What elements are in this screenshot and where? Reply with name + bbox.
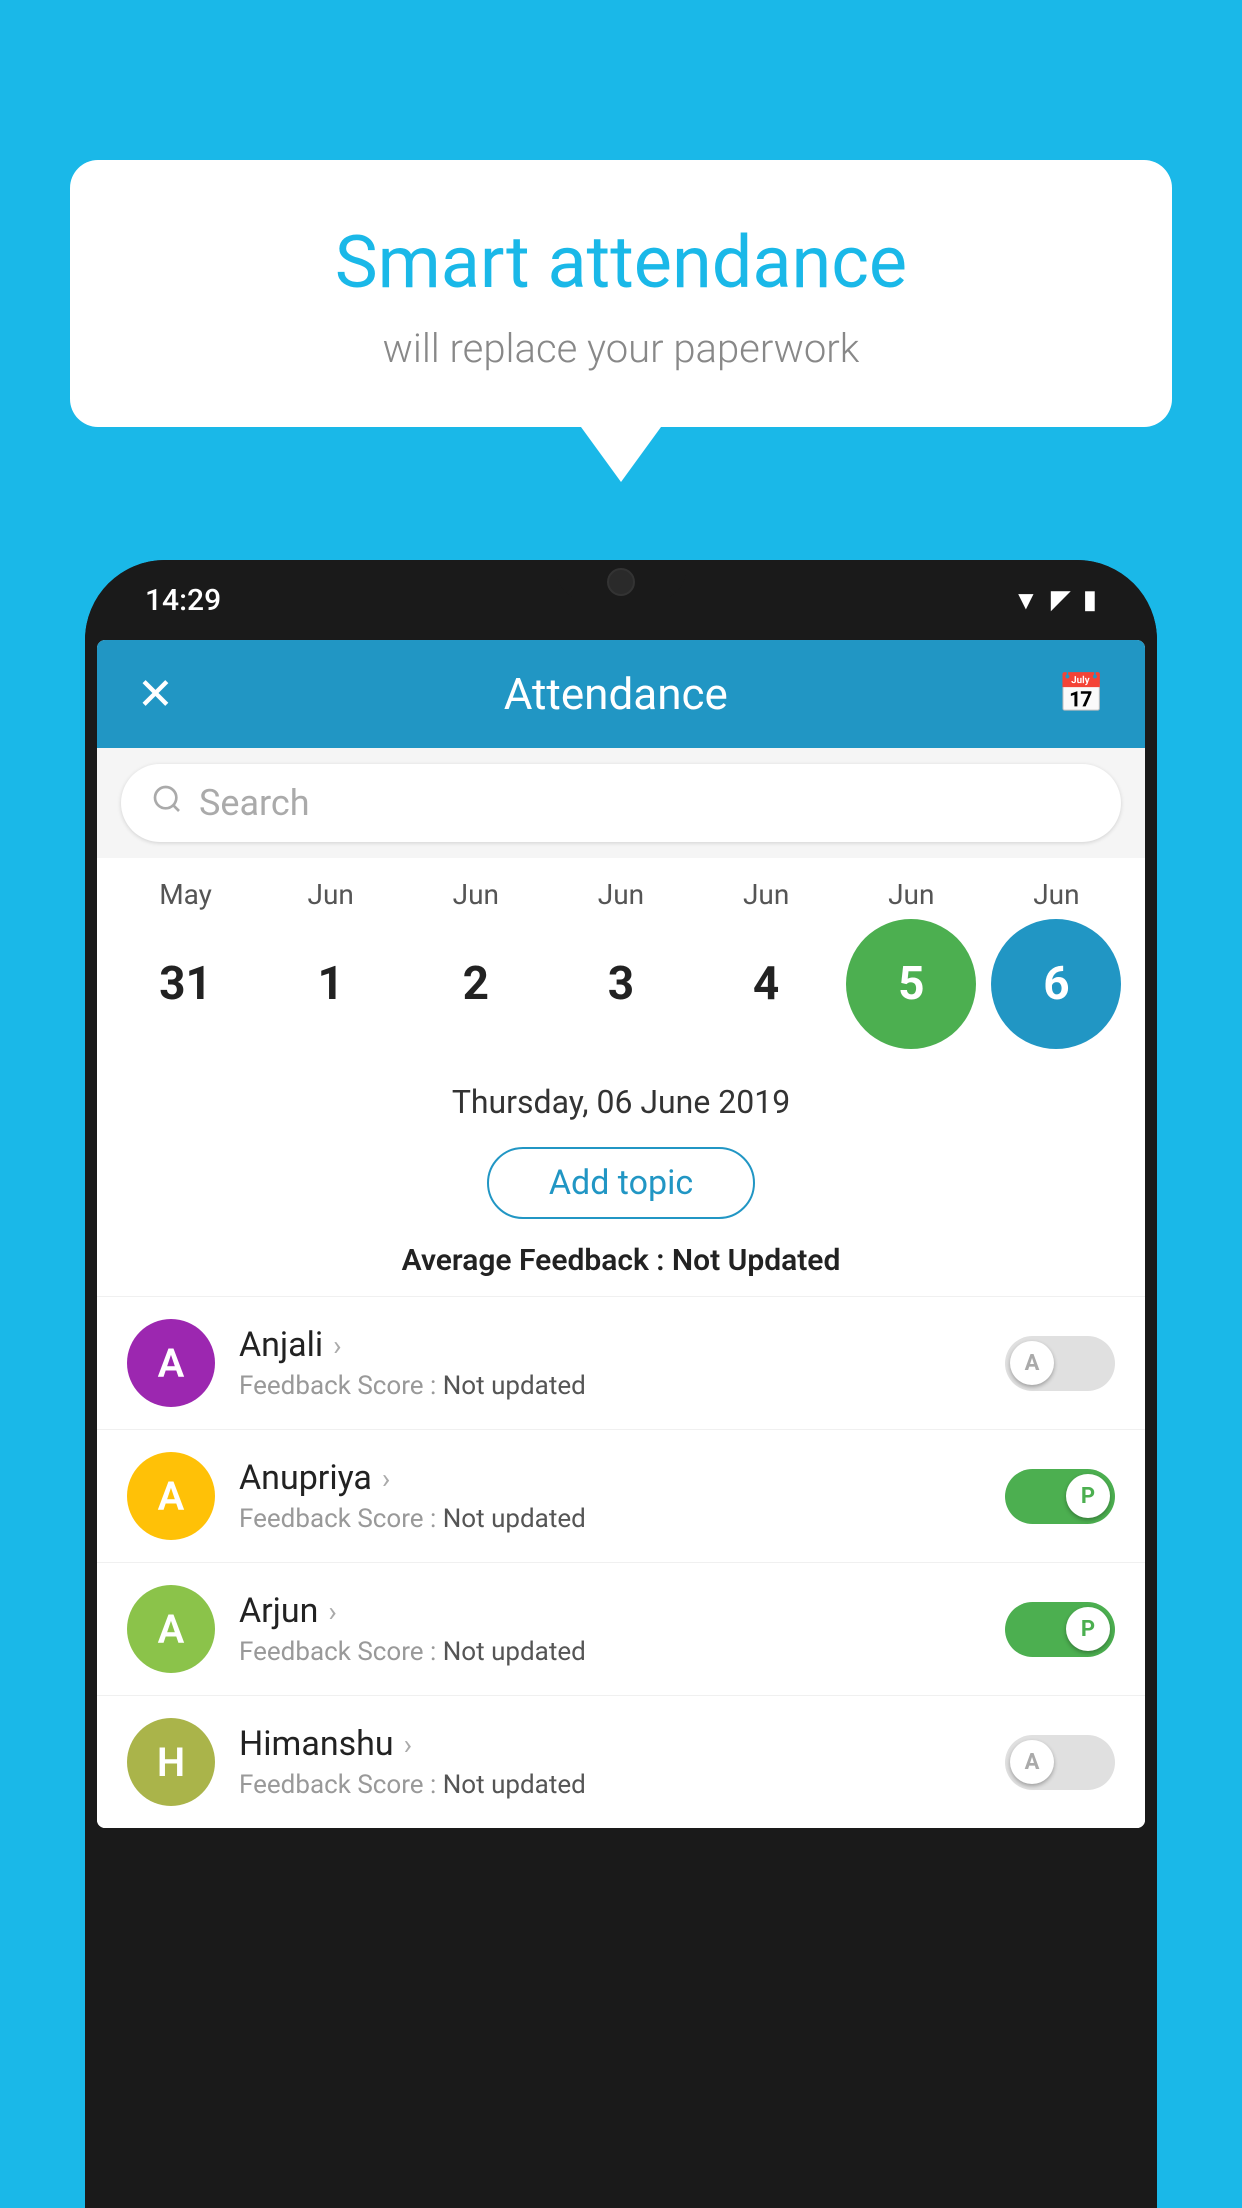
cal-day-1[interactable]: 1 [266, 919, 396, 1049]
cal-month-1: Jun [266, 878, 396, 911]
phone-camera [607, 568, 635, 596]
chevron-icon-arjun: › [328, 1595, 336, 1628]
battery-icon: ▮ [1083, 585, 1097, 615]
feedback-score-arjun: Feedback Score : Not updated [239, 1637, 1005, 1667]
speech-bubble-tail [581, 427, 661, 482]
cal-day-3[interactable]: 3 [556, 919, 686, 1049]
phone-time: 14:29 [145, 583, 221, 618]
student-info-anjali: Anjali › Feedback Score : Not updated [239, 1325, 1005, 1401]
cal-month-4: Jun [701, 878, 831, 911]
calendar-row[interactable]: May Jun Jun Jun Jun Jun Jun 31 1 2 3 4 5… [97, 858, 1145, 1065]
cal-day-5[interactable]: 5 [846, 919, 976, 1049]
speech-bubble-subtitle: will replace your paperwork [130, 325, 1112, 372]
cal-day-2[interactable]: 2 [411, 919, 541, 1049]
avg-feedback-label: Average Feedback : [402, 1243, 665, 1278]
speech-bubble-title: Smart attendance [130, 220, 1112, 305]
cal-day-31[interactable]: 31 [121, 919, 251, 1049]
cal-day-6[interactable]: 6 [991, 919, 1121, 1049]
avatar-himanshu: H [127, 1718, 215, 1806]
chevron-icon-himanshu: › [404, 1728, 412, 1761]
speech-bubble-container: Smart attendance will replace your paper… [70, 160, 1172, 482]
cal-month-0: May [121, 878, 251, 911]
cal-month-6: Jun [991, 878, 1121, 911]
cal-month-3: Jun [556, 878, 686, 911]
toggle-anjali[interactable]: A [1005, 1336, 1115, 1391]
search-input[interactable]: Search [121, 764, 1121, 842]
student-info-himanshu: Himanshu › Feedback Score : Not updated [239, 1724, 1005, 1800]
speech-bubble: Smart attendance will replace your paper… [70, 160, 1172, 427]
phone-frame: 14:29 ▼ ◤ ▮ ✕ Attendance 📅 Searc [85, 560, 1157, 2208]
avatar-anjali: A [127, 1319, 215, 1407]
toggle-anupriya[interactable]: P [1005, 1469, 1115, 1524]
student-name-arjun: Arjun › [239, 1591, 1005, 1631]
feedback-score-anupriya: Feedback Score : Not updated [239, 1504, 1005, 1534]
feedback-score-anjali: Feedback Score : Not updated [239, 1371, 1005, 1401]
selected-date: Thursday, 06 June 2019 [97, 1065, 1145, 1135]
search-icon [151, 783, 183, 823]
calendar-icon[interactable]: 📅 [1058, 672, 1105, 716]
app-title: Attendance [504, 668, 728, 720]
phone-status-icons: ▼ ◤ ▮ [1013, 585, 1097, 616]
wifi-icon: ▼ [1013, 585, 1039, 616]
signal-icon: ◤ [1051, 585, 1071, 615]
student-list: A Anjali › Feedback Score : Not updated … [97, 1296, 1145, 1828]
add-topic-button[interactable]: Add topic [487, 1147, 755, 1219]
student-name-anupriya: Anupriya › [239, 1458, 1005, 1498]
feedback-score-himanshu: Feedback Score : Not updated [239, 1770, 1005, 1800]
avg-feedback-value: Not Updated [672, 1243, 840, 1278]
student-item-anupriya[interactable]: A Anupriya › Feedback Score : Not update… [97, 1429, 1145, 1562]
phone-notch [556, 560, 686, 600]
toggle-arjun[interactable]: P [1005, 1602, 1115, 1657]
cal-month-5: Jun [846, 878, 976, 911]
student-item-arjun[interactable]: A Arjun › Feedback Score : Not updated P [97, 1562, 1145, 1695]
calendar-days: 31 1 2 3 4 5 6 [113, 919, 1129, 1065]
search-placeholder: Search [199, 782, 310, 824]
search-bar-container: Search [97, 748, 1145, 858]
student-name-anjali: Anjali › [239, 1325, 1005, 1365]
app-header: ✕ Attendance 📅 [97, 640, 1145, 748]
student-info-arjun: Arjun › Feedback Score : Not updated [239, 1591, 1005, 1667]
cal-day-4[interactable]: 4 [701, 919, 831, 1049]
calendar-months: May Jun Jun Jun Jun Jun Jun [113, 878, 1129, 911]
student-item-himanshu[interactable]: H Himanshu › Feedback Score : Not update… [97, 1695, 1145, 1828]
student-item-anjali[interactable]: A Anjali › Feedback Score : Not updated … [97, 1296, 1145, 1429]
avatar-anupriya: A [127, 1452, 215, 1540]
close-button[interactable]: ✕ [137, 668, 174, 720]
avatar-arjun: A [127, 1585, 215, 1673]
status-bar: 14:29 ▼ ◤ ▮ [85, 560, 1157, 640]
chevron-icon-anjali: › [333, 1329, 341, 1362]
chevron-icon-anupriya: › [382, 1462, 390, 1495]
toggle-himanshu[interactable]: A [1005, 1735, 1115, 1790]
student-name-himanshu: Himanshu › [239, 1724, 1005, 1764]
phone-screen: ✕ Attendance 📅 Search May Jun Jun Jun [97, 640, 1145, 1828]
student-info-anupriya: Anupriya › Feedback Score : Not updated [239, 1458, 1005, 1534]
avg-feedback: Average Feedback : Not Updated [97, 1235, 1145, 1296]
cal-month-2: Jun [411, 878, 541, 911]
add-topic-container: Add topic [97, 1135, 1145, 1235]
